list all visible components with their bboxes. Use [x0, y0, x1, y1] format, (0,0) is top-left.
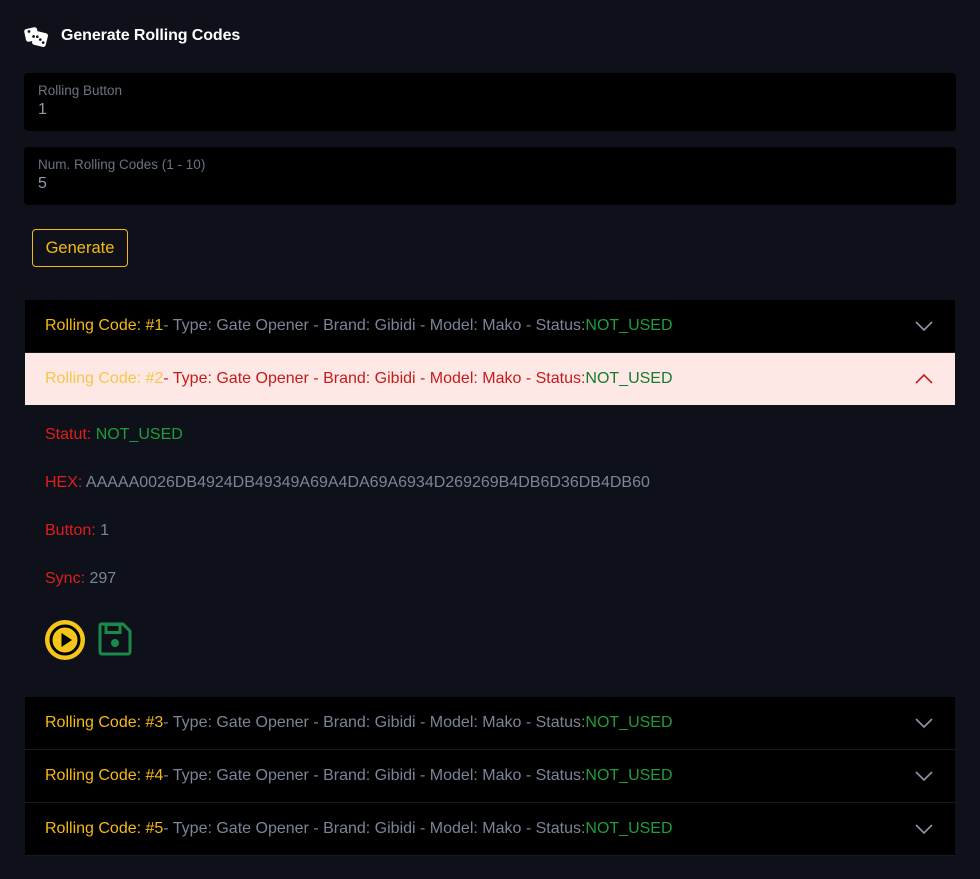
- num-rolling-codes-label: Num. Rolling Codes (1 - 10): [38, 157, 206, 172]
- page: Generate Rolling Codes Rolling Button Nu…: [0, 0, 980, 879]
- rolling-code-row-5[interactable]: Rolling Code: #5- Type: Gate Opener - Br…: [25, 803, 955, 856]
- rolling-code-row-2[interactable]: Rolling Code: #2- Type: Gate Opener - Br…: [25, 353, 955, 405]
- num-rolling-codes-input[interactable]: [38, 175, 938, 193]
- chevron-down-icon[interactable]: [915, 770, 933, 782]
- rolling-code-title: Rolling Code: #1: [45, 317, 164, 334]
- play-button[interactable]: [45, 620, 85, 660]
- rolling-code-meta: - Type: Gate Opener - Brand: Gibidi - Mo…: [163, 714, 586, 731]
- hex-label: HEX:: [45, 474, 83, 491]
- rolling-code-row-4[interactable]: Rolling Code: #4- Type: Gate Opener - Br…: [25, 750, 955, 803]
- play-icon: [49, 624, 81, 656]
- rolling-code-title: Rolling Code: #5: [45, 820, 164, 837]
- hex-value: AAAAA0026DB4924DB49349A69A4DA69A6934D269…: [85, 474, 650, 491]
- rolling-code-meta: - Type: Gate Opener - Brand: Gibidi - Mo…: [163, 317, 586, 334]
- rolling-code-title: Rolling Code: #3: [45, 714, 164, 731]
- statut-label: Statut:: [45, 426, 92, 443]
- page-header: Generate Rolling Codes: [24, 25, 240, 47]
- detail-statut: Statut: NOT_USED: [45, 426, 183, 444]
- rolling-code-title: Rolling Code: #2: [45, 370, 164, 387]
- statut-value: NOT_USED: [95, 426, 183, 443]
- chevron-down-icon[interactable]: [915, 823, 933, 835]
- rolling-code-meta: - Type: Gate Opener - Brand: Gibidi - Mo…: [163, 767, 586, 784]
- rolling-button-field[interactable]: Rolling Button: [24, 73, 956, 131]
- rolling-code-status: NOT_USED: [585, 820, 673, 837]
- rolling-button-label: Rolling Button: [38, 83, 123, 98]
- rolling-button-input[interactable]: [38, 101, 938, 119]
- rolling-code-status: NOT_USED: [585, 370, 673, 387]
- rolling-code-meta: - Type: Gate Opener - Brand: Gibidi - Mo…: [163, 820, 586, 837]
- detail-sync: Sync: 297: [45, 570, 116, 588]
- rolling-code-details: Statut: NOT_USED HEX: AAAAA0026DB4924DB4…: [25, 405, 955, 697]
- rolling-code-status: NOT_USED: [585, 767, 673, 784]
- generate-button[interactable]: Generate: [32, 229, 128, 267]
- dice-icon: [24, 27, 48, 47]
- chevron-down-icon[interactable]: [915, 320, 933, 332]
- chevron-up-icon[interactable]: [915, 373, 933, 385]
- rolling-code-status: NOT_USED: [585, 317, 673, 334]
- detail-button: Button: 1: [45, 522, 109, 540]
- sync-value: 297: [89, 570, 117, 587]
- detail-hex: HEX: AAAAA0026DB4924DB49349A69A4DA69A693…: [45, 474, 650, 492]
- rolling-code-row-1[interactable]: Rolling Code: #1- Type: Gate Opener - Br…: [25, 300, 955, 353]
- rolling-code-meta: - Type: Gate Opener - Brand: Gibidi - Mo…: [163, 370, 586, 387]
- chevron-down-icon[interactable]: [915, 717, 933, 729]
- floppy-disk-icon[interactable]: [96, 620, 134, 658]
- button-label: Button:: [45, 522, 96, 539]
- rolling-code-title: Rolling Code: #4: [45, 767, 164, 784]
- rolling-code-status: NOT_USED: [585, 714, 673, 731]
- page-title: Generate Rolling Codes: [61, 27, 241, 44]
- rolling-codes-accordion: Rolling Code: #1- Type: Gate Opener - Br…: [25, 300, 955, 856]
- sync-label: Sync:: [45, 570, 86, 587]
- num-rolling-codes-field[interactable]: Num. Rolling Codes (1 - 10): [24, 147, 956, 205]
- button-value: 1: [100, 522, 110, 539]
- rolling-code-row-3[interactable]: Rolling Code: #3- Type: Gate Opener - Br…: [25, 697, 955, 750]
